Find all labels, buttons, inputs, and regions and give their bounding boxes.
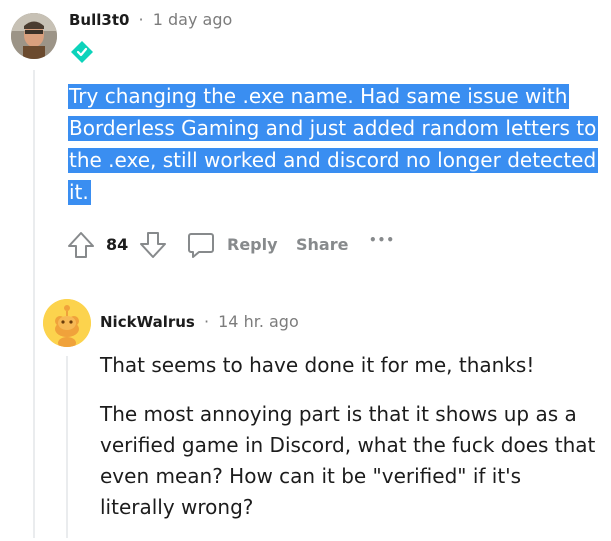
- comment-timestamp[interactable]: 1 day ago: [153, 10, 233, 29]
- comment-body-text: Try changing the .exe name. Had same iss…: [68, 84, 599, 205]
- meta-separator: ·: [138, 10, 144, 29]
- downvote-icon: [140, 232, 166, 258]
- reply-paragraph: That seems to have done it for me, thank…: [100, 353, 535, 377]
- flair-diamond-icon: [70, 40, 94, 64]
- comment-author[interactable]: Bull3t0: [69, 11, 129, 29]
- reply-author[interactable]: NickWalrus: [100, 313, 195, 331]
- thread-line-main[interactable]: [33, 70, 35, 538]
- thread-line-reply[interactable]: [66, 356, 68, 538]
- downvote-button[interactable]: [138, 230, 168, 260]
- reply-label: Reply: [227, 235, 278, 254]
- share-button[interactable]: Share: [296, 235, 348, 254]
- reply-paragraph: The most annoying part is that it shows …: [100, 402, 596, 519]
- reply-button[interactable]: Reply: [186, 228, 286, 262]
- comment-bubble-icon: [188, 233, 214, 258]
- reply-body: That seems to have done it for me, thank…: [100, 350, 600, 541]
- meta-separator: ·: [203, 312, 210, 331]
- vote-count: 84: [106, 235, 129, 254]
- snoo-avatar-icon[interactable]: [43, 299, 91, 347]
- upvote-button[interactable]: [66, 230, 96, 260]
- user-avatar[interactable]: [11, 13, 57, 59]
- upvote-icon: [68, 232, 94, 258]
- more-options-button[interactable]: •••: [369, 233, 395, 247]
- reply-timestamp[interactable]: 14 hr. ago: [218, 312, 299, 331]
- comment-body: Try changing the .exe name. Had same iss…: [68, 80, 599, 208]
